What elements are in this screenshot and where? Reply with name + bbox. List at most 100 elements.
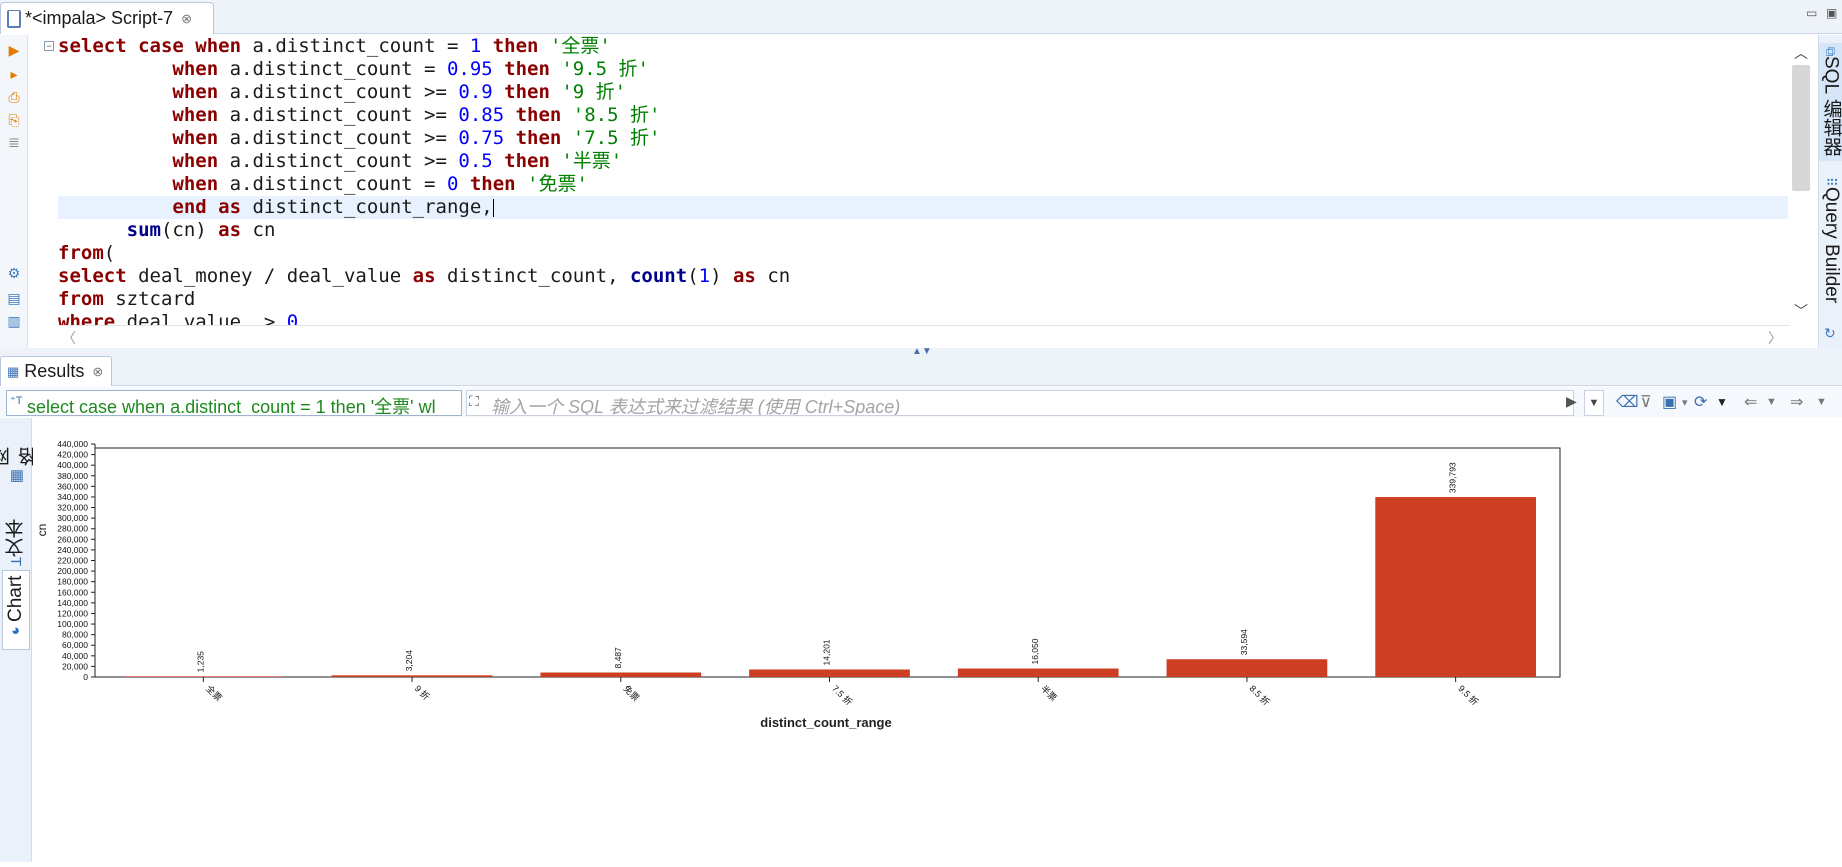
close-results-icon[interactable]: ⊗ xyxy=(92,364,103,380)
clear-filter-icon[interactable]: ⌫ xyxy=(1616,392,1639,412)
tab-sql-editor[interactable]: ⧉ SQL 编辑器 xyxy=(1819,43,1842,161)
code-token: 1 xyxy=(699,265,710,287)
code-token: 0.75 xyxy=(458,127,504,149)
filter-settings-icon[interactable]: ⊽ xyxy=(1640,392,1652,412)
code-token: a.distinct_count >= xyxy=(230,127,459,149)
code-token: a.distinct_count >= xyxy=(230,81,459,103)
code-line[interactable]: when a.distinct_count >= 0.5 then '半票' xyxy=(58,150,1788,173)
execute-statement-icon[interactable]: ▶ xyxy=(7,43,21,57)
code-line[interactable]: end as distinct_count_range, xyxy=(58,196,1788,219)
forward-icon[interactable]: ⇒ xyxy=(1790,392,1803,412)
code-token: when xyxy=(172,173,229,195)
close-tab-icon[interactable]: ⊗ xyxy=(181,11,192,27)
x-tick-label: 9 折 xyxy=(413,683,432,702)
tab-script-7[interactable]: *<impala> Script-7 ⊗ xyxy=(0,2,214,34)
filter-expression-input[interactable]: ⛶ 输入一个 SQL 表达式来过滤结果 (使用 Ctrl+Space) xyxy=(466,390,1574,416)
y-tick-label: 420,000 xyxy=(57,450,88,460)
y-tick-label: 180,000 xyxy=(57,577,88,587)
tab-title: *<impala> Script-7 xyxy=(25,8,173,29)
code-token: a.distinct_count = xyxy=(252,35,469,57)
scroll-down-icon[interactable]: ﹀ xyxy=(1792,301,1810,321)
code-token: as xyxy=(218,219,252,241)
back-icon[interactable]: ⇐ xyxy=(1744,392,1757,412)
refresh-icon[interactable]: ↻ xyxy=(1824,325,1836,342)
sql-editor-icon: ⧉ xyxy=(1824,47,1839,56)
panel-menu-icon[interactable]: ▼ xyxy=(1816,396,1827,408)
code-line[interactable]: when a.distinct_count = 0 then '免票' xyxy=(58,173,1788,196)
code-token xyxy=(58,127,172,149)
code-line[interactable]: when a.distinct_count >= 0.85 then '8.5 … xyxy=(58,104,1788,127)
code-line[interactable]: where deal_value > 0 xyxy=(58,311,1788,325)
code-line[interactable]: sum(cn) as cn xyxy=(58,219,1788,242)
code-token: a.distinct_count >= xyxy=(230,104,459,126)
chart-panel: 020,00040,00060,00080,000100,000120,0001… xyxy=(33,418,1842,862)
code-token: 0.9 xyxy=(458,81,492,103)
refresh-dropdown-icon[interactable]: ▼ xyxy=(1716,395,1728,409)
filter-placeholder: 输入一个 SQL 表达式来过滤结果 (使用 Ctrl+Space) xyxy=(491,397,900,416)
query-text-field[interactable]: ⁺T select case when a.distinct_count = 1… xyxy=(6,390,462,416)
code-token xyxy=(504,104,515,126)
x-tick-label: 9.5 折 xyxy=(1456,683,1481,708)
minimize-icon[interactable]: ▭ xyxy=(1806,6,1817,20)
tab-text-label: 文本 xyxy=(3,519,30,557)
code-line[interactable]: when a.distinct_count >= 0.75 then '7.5 … xyxy=(58,127,1788,150)
y-tick-label: 340,000 xyxy=(57,492,88,502)
execute-in-new-tab-icon[interactable]: ▸ xyxy=(7,67,21,81)
sql-editor: ▶ ▸ ⎙ ⎘ ≣ ⚙ ▤ ▥ − select case when a.dis… xyxy=(0,35,1842,348)
y-tick-label: 300,000 xyxy=(57,513,88,523)
code-token: then xyxy=(504,150,561,172)
code-line[interactable]: select deal_money / deal_value as distin… xyxy=(58,265,1788,288)
load-script-icon[interactable]: ▤ xyxy=(7,291,21,305)
explain-plan-icon[interactable]: ≣ xyxy=(7,135,21,149)
results-view-tabs: ▦ 网格 T 文本 ◕ Chart xyxy=(0,418,32,862)
save-script-icon[interactable]: ▥ xyxy=(7,314,21,328)
scroll-thumb[interactable] xyxy=(1792,65,1810,191)
code-line[interactable]: when a.distinct_count = 0.95 then '9.5 折… xyxy=(58,58,1788,81)
y-tick-label: 0 xyxy=(83,672,88,682)
refresh-results-icon[interactable]: ⟳ xyxy=(1694,392,1707,412)
y-tick-label: 100,000 xyxy=(57,619,88,629)
code-token: deal_value > xyxy=(127,311,287,325)
code-line[interactable]: from( xyxy=(58,242,1788,265)
code-text-area[interactable]: select case when a.distinct_count = 1 th… xyxy=(58,35,1788,325)
code-token xyxy=(58,81,172,103)
expand-editor-icon[interactable]: ⛶ xyxy=(469,393,479,410)
y-tick-label: 200,000 xyxy=(57,566,88,576)
code-line[interactable]: when a.distinct_count >= 0.9 then '9 折' xyxy=(58,81,1788,104)
scroll-left-icon[interactable]: 〈 xyxy=(62,328,76,348)
execute-script-icon[interactable]: ⎙ xyxy=(7,90,21,104)
code-token: select xyxy=(58,265,138,287)
bar-data-label: 33,594 xyxy=(1239,629,1249,655)
filter-history-dropdown[interactable]: ▼ xyxy=(1584,390,1604,416)
code-line[interactable]: select case when a.distinct_count = 1 th… xyxy=(58,35,1788,58)
fold-toggle-icon[interactable]: − xyxy=(44,41,54,51)
text-caret xyxy=(493,199,494,217)
back-dropdown-icon[interactable]: ▼ xyxy=(1766,396,1777,408)
y-tick-label: 400,000 xyxy=(57,460,88,470)
code-token: sum xyxy=(127,219,161,241)
editor-horizontal-scrollbar[interactable]: 〈 〉 xyxy=(58,325,1790,347)
tab-query-builder[interactable]: ⠿ Query Builder xyxy=(1819,173,1842,323)
apply-filter-icon[interactable]: ▶ xyxy=(1566,393,1577,410)
tab-query-builder-label: Query Builder xyxy=(1820,187,1842,303)
tab-results[interactable]: ▦ Results ⊗ xyxy=(0,356,112,386)
editor-vertical-scrollbar[interactable]: ︿ ﹀ xyxy=(1790,43,1812,323)
code-token xyxy=(493,150,504,172)
code-token: where xyxy=(58,311,127,325)
maximize-icon[interactable]: ▣ xyxy=(1826,6,1837,20)
settings-gear-icon[interactable]: ⚙ xyxy=(7,266,21,280)
execute-script-new-tab-icon[interactable]: ⎘ xyxy=(7,113,21,127)
x-axis-label: distinct_count_range xyxy=(760,715,891,730)
scroll-right-icon[interactable]: 〉 xyxy=(1768,328,1782,348)
save-dropdown-icon[interactable]: ▾ xyxy=(1682,396,1688,409)
tab-grid[interactable]: ▦ 网格 xyxy=(2,426,30,494)
tab-chart[interactable]: ◕ Chart xyxy=(2,570,30,650)
code-token xyxy=(58,150,172,172)
bar-data-label: 8,487 xyxy=(613,647,623,669)
scroll-up-icon[interactable]: ︿ xyxy=(1792,43,1810,63)
tab-text[interactable]: T 文本 xyxy=(2,504,30,576)
bar xyxy=(958,669,1119,677)
save-results-icon[interactable]: ▣ xyxy=(1662,392,1677,412)
code-token: '全票' xyxy=(550,35,611,57)
code-line[interactable]: from sztcard xyxy=(58,288,1788,311)
